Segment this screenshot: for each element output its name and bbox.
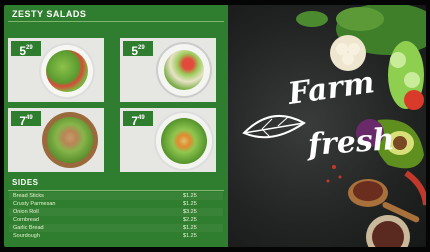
leaf-outline-icon <box>242 115 306 139</box>
garlic-clove <box>348 43 360 55</box>
sides-list: Bread Sticks $1.25 Crusty Parmesan $1.25 O… <box>9 192 223 240</box>
salad-tile-3: 749 <box>8 108 104 172</box>
fresh-heading: fresh <box>306 122 396 163</box>
salads-heading: ZESTY SALADS <box>12 9 87 19</box>
spice-dot <box>338 175 342 179</box>
salad-greens <box>164 50 204 90</box>
side-item: Onion Roll $3.25 <box>9 208 223 216</box>
sides-heading: SIDES <box>12 178 39 187</box>
basil-leaf <box>296 11 328 27</box>
herb-leaves <box>336 7 384 31</box>
side-item-price: $1.25 <box>183 225 197 231</box>
garlic-clove <box>342 53 354 65</box>
chili-pepper <box>404 170 426 206</box>
salad-greens <box>47 117 93 163</box>
salad-tile-4: 749 <box>120 108 216 172</box>
side-item-name: Onion Roll <box>13 209 39 215</box>
side-item: Crusty Parmesan $1.25 <box>9 200 223 208</box>
price-tag: 529 <box>123 41 153 58</box>
price-tag: 749 <box>11 111 41 128</box>
side-item-price: $1.25 <box>183 193 197 199</box>
side-item-price: $2.25 <box>183 217 197 223</box>
side-item-price: $3.25 <box>183 209 197 215</box>
side-item-price: $1.25 <box>183 201 197 207</box>
side-item-price: $1.25 <box>183 233 197 239</box>
menu-panel: ZESTY SALADS 529 529 749 749 SIDES Bread… <box>4 5 228 247</box>
side-item: Garlic Bread $1.25 <box>9 224 223 232</box>
salad-greens <box>161 118 207 164</box>
side-item: Cornbread $2.25 <box>9 216 223 224</box>
side-item: Sourdough $1.25 <box>9 232 223 240</box>
price-tag: 749 <box>123 111 153 128</box>
spice-dot <box>332 165 336 169</box>
side-item-name: Cornbread <box>13 217 39 223</box>
cucumber-slice <box>390 52 406 68</box>
side-item-name: Sourdough <box>13 233 40 239</box>
cucumber-slice <box>404 72 420 88</box>
side-item: Bread Sticks $1.25 <box>9 192 223 200</box>
farm-fresh-photo: Farm fresh <box>228 5 426 247</box>
menu-board-screen: ZESTY SALADS 529 529 749 749 SIDES Bread… <box>4 5 426 247</box>
salad-greens <box>46 50 88 92</box>
salad-tile-2: 529 <box>120 38 216 102</box>
sides-divider <box>8 190 224 191</box>
peppercorns <box>353 181 383 201</box>
side-item-name: Bread Sticks <box>13 193 44 199</box>
price-tag: 529 <box>11 41 41 58</box>
salad-tile-1: 529 <box>8 38 104 102</box>
salads-divider <box>8 21 224 22</box>
tomato <box>404 90 424 110</box>
side-item-name: Garlic Bread <box>13 225 44 231</box>
side-item-name: Crusty Parmesan <box>13 201 56 207</box>
garlic-clove <box>336 43 348 55</box>
spice-dot <box>326 179 330 183</box>
